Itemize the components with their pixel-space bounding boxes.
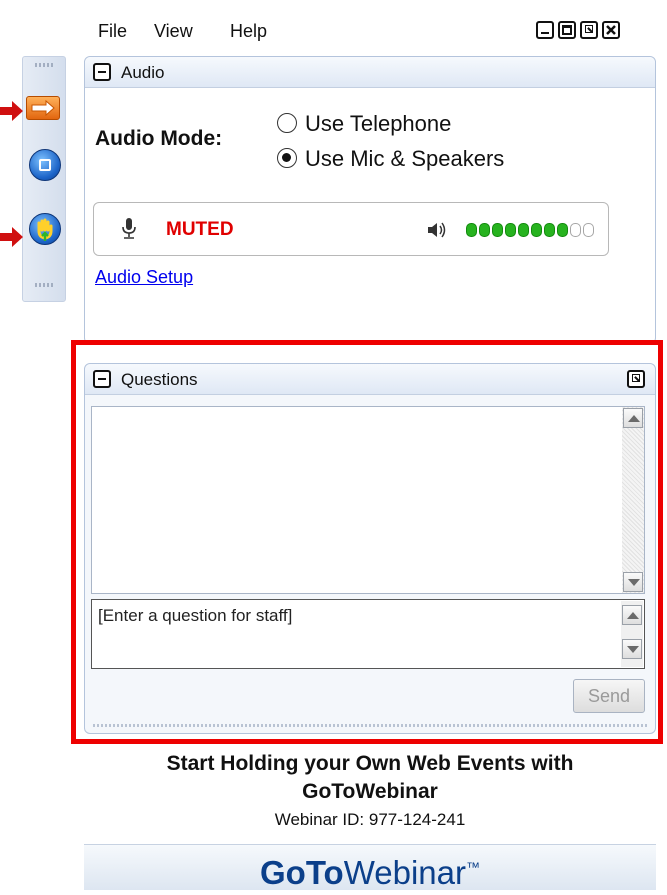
speaker-icon: [428, 222, 446, 238]
level-segment: [570, 223, 581, 237]
audio-title: Audio: [121, 63, 165, 82]
radio-use-mic-speakers[interactable]: [277, 148, 297, 168]
level-segment: [557, 223, 568, 237]
questions-log-scrollbar[interactable]: [622, 407, 644, 593]
brand-trademark: ™: [466, 859, 480, 875]
level-segment: [531, 223, 542, 237]
close-icon[interactable]: [602, 21, 620, 39]
menu-view[interactable]: View: [154, 21, 193, 42]
hand-icon: [37, 218, 53, 241]
popout-icon[interactable]: [627, 370, 645, 388]
menu-help[interactable]: Help: [230, 21, 267, 42]
collapse-audio-button[interactable]: [93, 63, 111, 81]
webinar-id: Webinar ID: 977-124-241: [274, 810, 466, 829]
arrow-pointer-icon: [0, 101, 23, 121]
microphone-icon[interactable]: [120, 217, 138, 241]
raise-hand-button[interactable]: [29, 213, 61, 245]
promo-line-1[interactable]: Start Holding your Own Web Events with: [84, 750, 656, 778]
level-segment: [479, 223, 490, 237]
level-segment: [492, 223, 503, 237]
questions-header: Questions: [85, 364, 655, 395]
screen-view-button[interactable]: [29, 149, 61, 181]
menubar: File View Help: [84, 8, 656, 48]
mic-status: MUTED: [166, 219, 234, 240]
menu-file[interactable]: File: [98, 21, 127, 42]
panel-resize-grip[interactable]: [93, 724, 647, 727]
audio-status-box: MUTED: [93, 202, 609, 256]
brand-light: Webinar: [343, 854, 466, 891]
scroll-down-button[interactable]: [623, 572, 643, 592]
grip-handle-bottom[interactable]: [35, 283, 55, 287]
brand-bold: GoTo: [260, 854, 344, 891]
grip-handle-top[interactable]: [35, 63, 55, 67]
audio-header: Audio: [85, 57, 655, 88]
minimize-icon[interactable]: [536, 21, 554, 39]
promo-block: Start Holding your Own Web Events with G…: [84, 750, 656, 830]
questions-log[interactable]: [91, 406, 645, 594]
radio-use-telephone[interactable]: [277, 113, 297, 133]
arrow-right-icon: [31, 99, 55, 117]
questions-title: Questions: [121, 370, 198, 389]
brand-logo: GoToWebinar™: [84, 844, 656, 891]
promo-line-2[interactable]: GoToWebinar: [84, 778, 656, 806]
maximize-icon[interactable]: [558, 21, 576, 39]
level-segment: [518, 223, 529, 237]
option-use-telephone[interactable]: Use Telephone: [305, 111, 451, 137]
restore-icon[interactable]: [580, 21, 598, 39]
option-use-mic-speakers[interactable]: Use Mic & Speakers: [305, 146, 504, 172]
audio-setup-link[interactable]: Audio Setup: [95, 267, 193, 288]
collapse-questions-button[interactable]: [93, 370, 111, 388]
question-input-placeholder: [Enter a question for staff]: [98, 606, 293, 625]
level-segment: [466, 223, 477, 237]
scroll-up-button[interactable]: [623, 408, 643, 428]
show-hide-panel-button[interactable]: [26, 96, 60, 120]
audio-panel: Audio Audio Mode: Use Telephone Use Mic …: [84, 56, 656, 344]
scroll-down-button[interactable]: [622, 639, 642, 659]
question-input[interactable]: [Enter a question for staff]: [91, 599, 645, 669]
question-input-scrollbar[interactable]: [621, 601, 643, 667]
questions-panel: Questions [Enter a question for staff] S…: [84, 363, 656, 734]
audio-mode-label: Audio Mode:: [95, 127, 223, 150]
level-segment: [544, 223, 555, 237]
send-button[interactable]: Send: [573, 679, 645, 713]
square-icon: [39, 159, 51, 171]
level-segment: [583, 223, 594, 237]
arrow-pointer-icon: [0, 227, 23, 247]
scroll-up-button[interactable]: [622, 605, 642, 625]
level-segment: [505, 223, 516, 237]
